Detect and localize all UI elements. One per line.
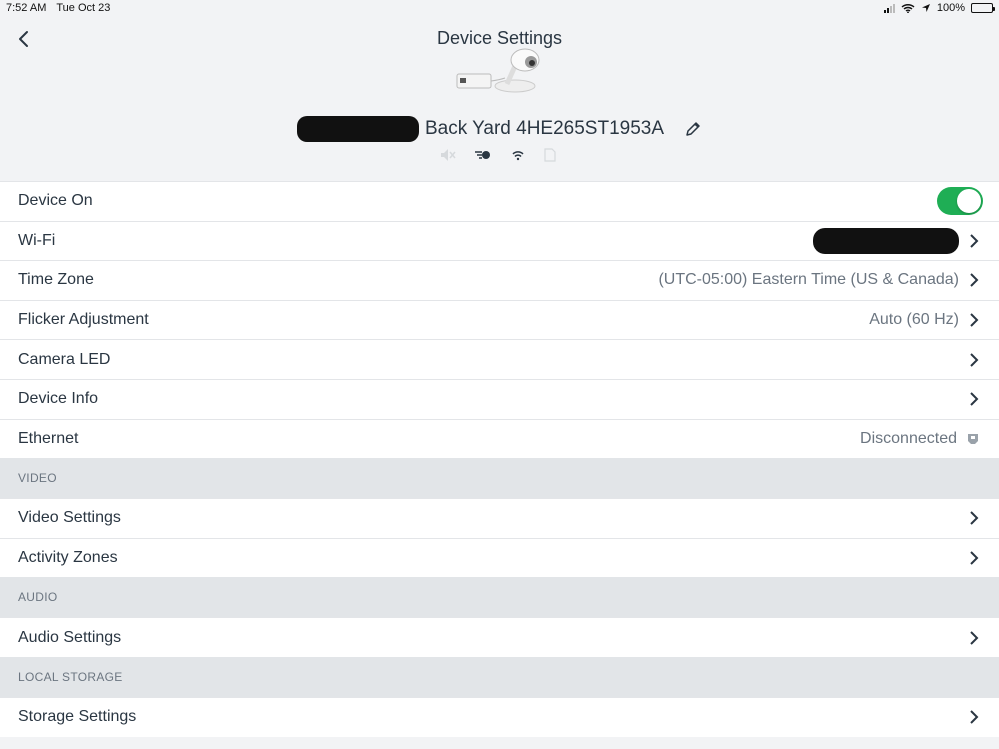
wifi-status-icon — [901, 3, 915, 13]
chevron-right-icon — [970, 313, 979, 327]
chevron-right-icon — [970, 551, 979, 565]
status-time: 7:52 AM — [6, 2, 47, 14]
row-value: Auto (60 Hz) — [869, 311, 959, 329]
row-device-info[interactable]: Device Info — [0, 378, 999, 419]
cellular-signal-icon — [883, 3, 895, 13]
redacted-wifi-name — [813, 227, 959, 254]
device-name-row: Back Yard 4HE265ST1953A — [0, 116, 999, 142]
header: Device Settings Back Yard 4HE265ST1953A — [0, 18, 999, 181]
page-title: Device Settings — [436, 28, 563, 48]
row-label: Storage Settings — [18, 708, 137, 726]
sd-card-icon — [544, 148, 556, 162]
status-bar: 7:52 AM Tue Oct 23 100% — [0, 0, 999, 18]
chevron-right-icon — [970, 234, 979, 248]
row-label: Ethernet — [18, 429, 79, 447]
row-value: Disconnected — [860, 429, 957, 447]
device-status-icons — [440, 148, 556, 162]
row-wifi[interactable]: Wi-Fi — [0, 220, 999, 261]
section-header-audio: AUDIO — [0, 577, 999, 618]
wifi-icon — [512, 151, 524, 161]
section-header-local-storage: LOCAL STORAGE — [0, 656, 999, 697]
row-camera-led[interactable]: Camera LED — [0, 339, 999, 379]
row-video-settings[interactable]: Video Settings — [0, 498, 999, 538]
camera-image — [456, 48, 540, 93]
chevron-right-icon — [970, 392, 979, 406]
row-label: Video Settings — [18, 509, 121, 527]
row-label: Activity Zones — [18, 549, 118, 567]
status-date: Tue Oct 23 — [56, 2, 111, 14]
ethernet-icon — [968, 433, 978, 444]
chevron-right-icon — [970, 352, 979, 367]
motion-icon — [475, 151, 490, 159]
row-device-on[interactable]: Device On — [0, 181, 999, 221]
row-label: Time Zone — [18, 271, 94, 289]
speaker-muted-icon — [441, 149, 456, 161]
device-name: Back Yard 4HE265ST1953A — [424, 118, 665, 139]
row-activity-zones[interactable]: Activity Zones — [0, 537, 999, 578]
row-audio-settings[interactable]: Audio Settings — [0, 617, 999, 657]
device-on-toggle[interactable] — [937, 187, 983, 216]
chevron-right-icon — [970, 710, 979, 724]
row-value: (UTC-05:00) Eastern Time (US & Canada) — [658, 271, 959, 289]
chevron-right-icon — [970, 630, 979, 645]
redacted-name-part — [296, 116, 419, 142]
row-label: Device On — [18, 192, 93, 210]
row-flicker-adjustment[interactable]: Flicker Adjustment Auto (60 Hz) — [0, 299, 999, 340]
row-label: Camera LED — [18, 350, 111, 368]
row-ethernet: Ethernet Disconnected — [0, 418, 999, 459]
row-storage-settings[interactable]: Storage Settings — [0, 696, 999, 737]
row-label: Audio Settings — [18, 628, 122, 646]
battery-icon — [971, 3, 995, 13]
location-icon — [921, 4, 930, 12]
row-time-zone[interactable]: Time Zone (UTC-05:00) Eastern Time (US &… — [0, 260, 999, 300]
battery-percent: 100% — [936, 2, 965, 14]
row-label: Flicker Adjustment — [18, 311, 149, 329]
section-header-video: VIDEO — [0, 458, 999, 499]
chevron-right-icon — [970, 511, 979, 526]
chevron-right-icon — [970, 273, 979, 288]
pencil-icon[interactable] — [684, 120, 702, 138]
row-label: Wi-Fi — [18, 231, 56, 249]
settings-list: Device On Wi-Fi Time Zone (UTC-05:00) Ea… — [0, 181, 999, 737]
row-label: Device Info — [18, 390, 99, 408]
